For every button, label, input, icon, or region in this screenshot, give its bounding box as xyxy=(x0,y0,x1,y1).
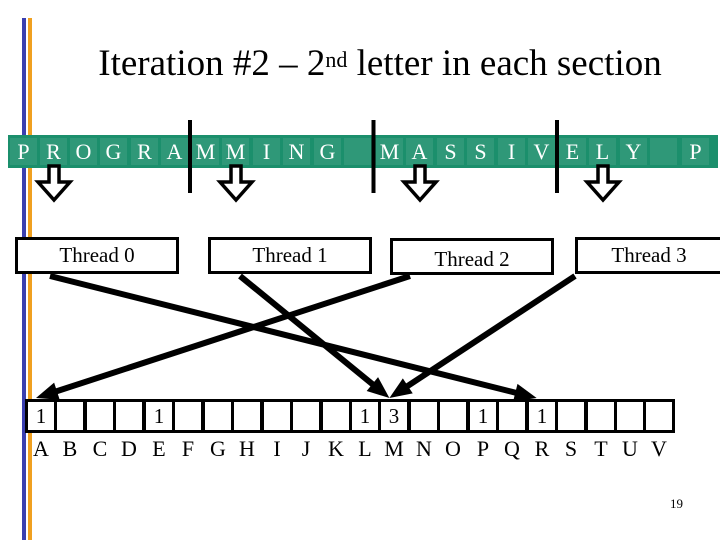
down-arrow-icon xyxy=(34,164,74,203)
section-separator xyxy=(555,120,559,193)
thread-3-write-arrow xyxy=(396,273,577,396)
arrowhead-icon xyxy=(513,383,537,402)
section-separator xyxy=(371,120,376,193)
down-arrow-icon xyxy=(216,164,256,203)
thread-2-write-arrow xyxy=(44,273,411,398)
arrowhead-icon xyxy=(36,382,60,400)
page-number: 19 xyxy=(670,496,683,511)
down-arrow-icon xyxy=(400,164,440,203)
diagram-overlay xyxy=(34,120,623,402)
section-separator xyxy=(188,120,192,193)
arrowhead-icon xyxy=(389,378,413,398)
down-arrow-icon xyxy=(583,164,623,203)
thread-0-write-arrow xyxy=(49,273,528,399)
